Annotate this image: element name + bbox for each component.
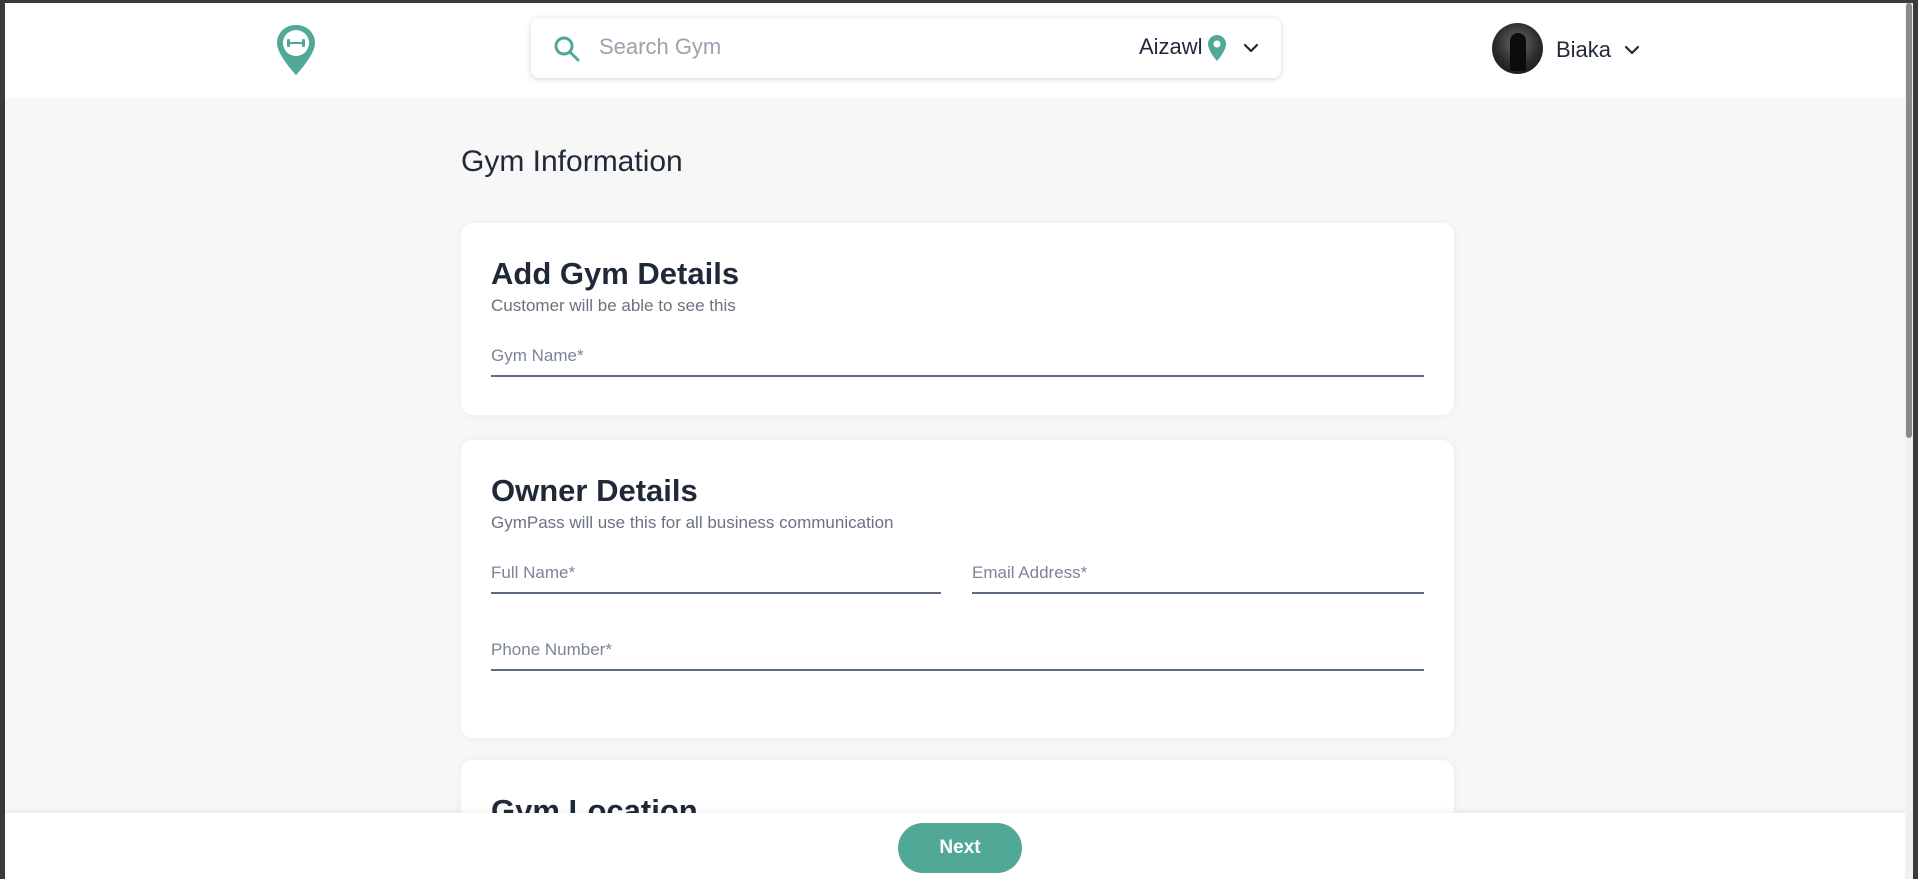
- owner-details-title: Owner Details: [491, 473, 698, 508]
- user-menu[interactable]: Biaka: [1492, 23, 1652, 75]
- gym-details-subtitle: Customer will be able to see this: [491, 296, 736, 315]
- scrollbar-thumb[interactable]: [1906, 3, 1912, 438]
- full-name-field[interactable]: [491, 554, 941, 594]
- top-header: Search Gym Aizawl Biaka: [5, 3, 1905, 98]
- footer-bar: Next: [5, 813, 1913, 879]
- gym-details-title: Add Gym Details: [491, 256, 740, 291]
- user-name[interactable]: Biaka: [1556, 37, 1611, 63]
- page-title: Gym Information: [461, 145, 683, 178]
- next-button[interactable]: Next: [898, 823, 1022, 873]
- search-bar[interactable]: Search Gym Aizawl: [531, 18, 1281, 78]
- email-field[interactable]: [972, 554, 1424, 594]
- search-input[interactable]: Search Gym: [599, 34, 721, 60]
- avatar[interactable]: [1492, 23, 1543, 74]
- viewport: Search Gym Aizawl Biaka Gym Information …: [5, 3, 1913, 879]
- owner-details-subtitle: GymPass will use this for all business c…: [491, 513, 894, 532]
- chevron-down-icon[interactable]: [1241, 38, 1261, 58]
- full-name-input[interactable]: [491, 554, 941, 592]
- gym-name-input[interactable]: [491, 337, 1424, 375]
- location-pin-icon: [1208, 35, 1226, 61]
- phone-number-input[interactable]: [491, 631, 1424, 669]
- email-input[interactable]: [972, 554, 1424, 592]
- scrollbar[interactable]: [1905, 3, 1913, 879]
- gym-name-field[interactable]: [491, 337, 1424, 377]
- phone-number-field[interactable]: [491, 631, 1424, 671]
- gym-details-card: Add Gym Details Customer will be able to…: [461, 223, 1454, 415]
- chevron-down-icon[interactable]: [1622, 40, 1642, 60]
- logo-icon[interactable]: [275, 23, 317, 77]
- city-selector-label[interactable]: Aizawl: [1139, 34, 1203, 60]
- search-icon[interactable]: [553, 35, 581, 63]
- owner-details-card: Owner Details GymPass will use this for …: [461, 440, 1454, 738]
